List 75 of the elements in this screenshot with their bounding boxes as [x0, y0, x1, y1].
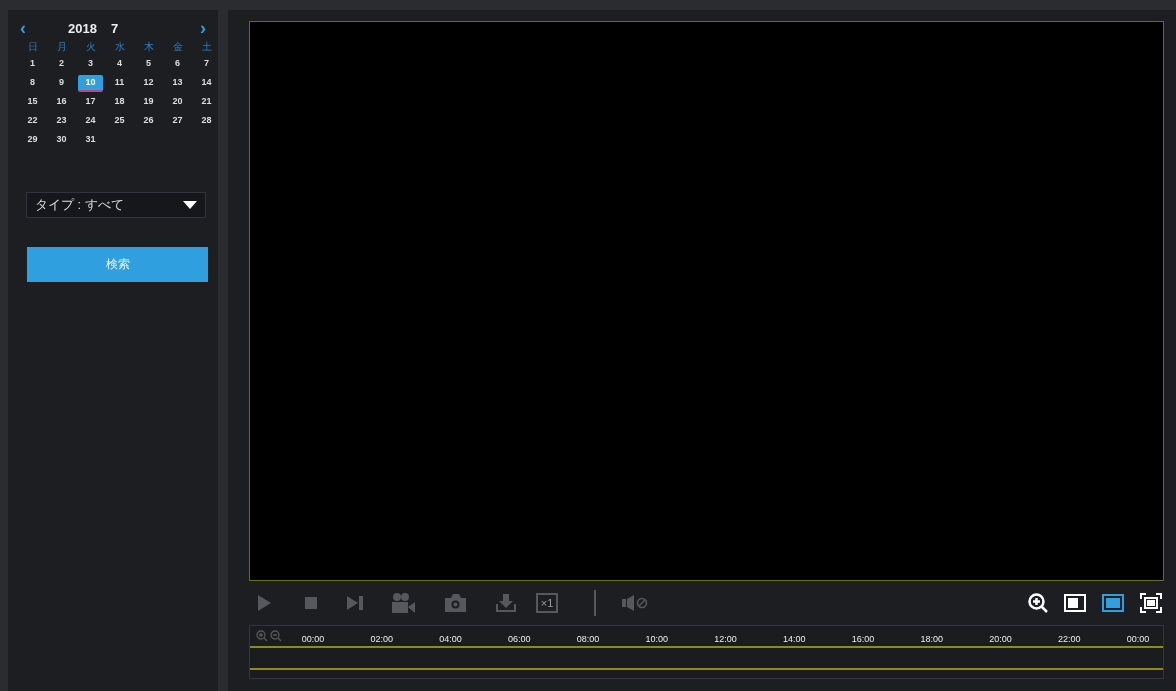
calendar-day[interactable]: 31 [78, 132, 103, 149]
calendar-day[interactable]: 5 [136, 56, 161, 73]
window-icon [1064, 594, 1086, 612]
calendar-day[interactable]: 14 [194, 75, 219, 92]
zoom-button[interactable] [1028, 593, 1048, 613]
weekday-label: 土 [200, 40, 213, 54]
calendar-day[interactable]: 26 [136, 113, 161, 130]
download-icon [496, 594, 516, 612]
time-tick-label: 18:00 [919, 634, 944, 644]
window-icon [1102, 594, 1124, 612]
calendar-day[interactable]: 15 [20, 94, 45, 111]
calendar-day[interactable]: 6 [165, 56, 190, 73]
time-tick-label: 16:00 [850, 634, 876, 644]
calendar-day[interactable]: 8 [20, 75, 45, 92]
calendar-day[interactable]: 24 [78, 113, 103, 130]
mute-icon [622, 595, 648, 611]
weekday-label: 水 [113, 40, 126, 54]
next-month-button[interactable]: › [200, 20, 206, 36]
calendar-day[interactable]: 25 [107, 113, 132, 130]
calendar-day[interactable]: 16 [49, 94, 74, 111]
type-select[interactable]: タイプ : すべて [26, 192, 206, 218]
play-icon [257, 595, 271, 611]
caret-icon [183, 201, 197, 209]
time-tick-label: 08:00 [575, 634, 601, 644]
calendar-day[interactable]: 23 [49, 113, 74, 130]
calendar-day[interactable]: 29 [20, 132, 45, 149]
video-camera-icon [391, 592, 415, 614]
weekday-label: 日 [26, 40, 39, 54]
calendar-day[interactable]: 3 [78, 56, 103, 73]
weekday-label: 金 [171, 40, 184, 54]
step-forward-icon [347, 595, 363, 611]
time-tick-label: 04:00 [438, 634, 463, 644]
zoom-in-icon [1028, 593, 1048, 613]
time-tick-label: 12:00 [713, 634, 738, 644]
calendar-day[interactable]: 20 [165, 94, 190, 111]
fit-button[interactable] [1102, 594, 1124, 612]
select-value: タイプ : すべて [35, 196, 124, 214]
calendar-day[interactable]: 22 [20, 113, 45, 130]
calendar-year: 2018 [68, 20, 97, 36]
calendar-day[interactable]: 9 [49, 75, 74, 92]
time-tick-label: 10:00 [644, 634, 669, 644]
zoom-out-icon[interactable] [270, 630, 282, 642]
previous-month-button[interactable]: ‹ [20, 20, 26, 36]
calendar-day[interactable]: 28 [194, 113, 219, 130]
time-tick-label: 00:00 [300, 634, 326, 644]
time-tick-label: 20:00 [988, 634, 1013, 644]
calendar-day[interactable]: 13 [165, 75, 190, 92]
calendar-day[interactable]: 27 [165, 113, 190, 130]
stop-icon [305, 597, 317, 609]
calendar-day[interactable]: 21 [194, 94, 219, 111]
weekday-label: 月 [55, 40, 68, 54]
single-button[interactable] [1064, 594, 1086, 612]
time-tick-label: 22:00 [1057, 634, 1082, 644]
calendar-month: 7 [110, 20, 119, 36]
calendar-day[interactable]: 11 [107, 75, 132, 92]
calendar-day[interactable]: 30 [49, 132, 74, 149]
weekday-label: 木 [142, 40, 155, 54]
fullscreen-button[interactable] [1140, 593, 1162, 613]
time-tick-label: 06:00 [507, 634, 532, 644]
fullscreen-icon [1140, 593, 1162, 613]
calendar-day[interactable]: 18 [107, 94, 132, 111]
calendar-day[interactable]: 17 [78, 94, 103, 111]
calendar-day[interactable]: 4 [107, 56, 132, 73]
time-tick-label: 00:00 [1125, 634, 1151, 644]
zoom-in-icon[interactable] [256, 630, 268, 642]
calendar-day[interactable]: 7 [194, 56, 219, 73]
calendar-day[interactable]: 12 [136, 75, 161, 92]
calendar-day[interactable]: 2 [49, 56, 74, 73]
weekday-label: 火 [84, 40, 97, 54]
calendar-day[interactable]: 1 [20, 56, 45, 73]
calendar-day[interactable]: 19 [136, 94, 161, 111]
time-tick-label: 02:00 [369, 634, 394, 644]
time-tick-label: 14:00 [782, 634, 807, 644]
camera-icon [445, 594, 466, 612]
separator [594, 590, 596, 616]
